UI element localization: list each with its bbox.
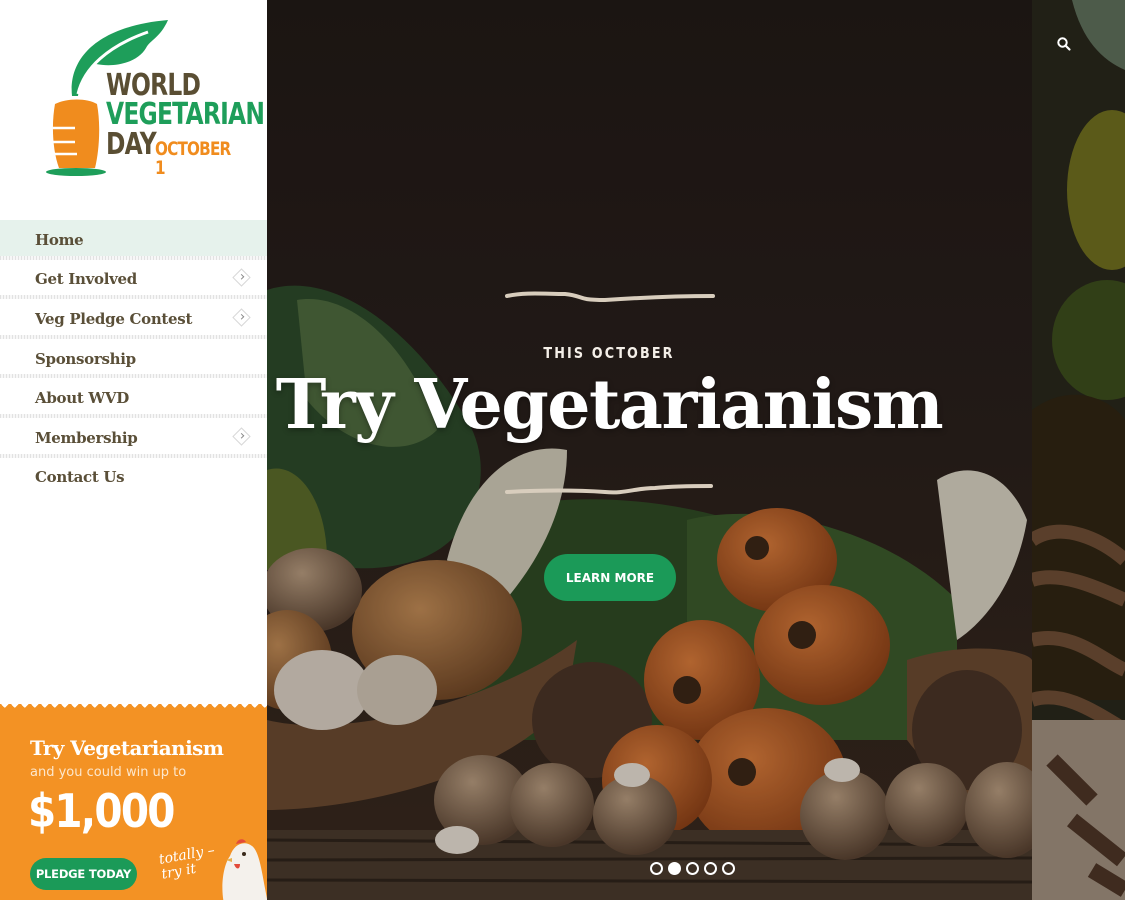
nav-item-label: About WVD bbox=[35, 389, 129, 408]
carrot-icon bbox=[46, 99, 106, 176]
chevron-right-icon[interactable] bbox=[232, 308, 251, 327]
sidebar: WORLD VEGETARIAN DAY OCTOBER 1 Home Get … bbox=[0, 0, 267, 900]
promo-title: Try Vegetarianism bbox=[30, 736, 224, 760]
nav-item-veg-pledge-contest[interactable]: Veg Pledge Contest bbox=[0, 299, 267, 339]
nav-item-label: Get Involved bbox=[35, 270, 137, 289]
logo-date: OCTOBER 1 bbox=[155, 138, 231, 179]
nav-item-label: Veg Pledge Contest bbox=[35, 309, 193, 328]
nav-item-label: Membership bbox=[35, 428, 138, 447]
pledge-promo-banner[interactable]: Try Vegetarianism and you could win up t… bbox=[0, 704, 267, 900]
zigzag-edge bbox=[0, 704, 267, 712]
slider-dot[interactable] bbox=[650, 862, 663, 875]
next-slide-preview[interactable] bbox=[1032, 0, 1125, 900]
learn-more-button[interactable]: LEARN MORE bbox=[544, 554, 676, 601]
brush-stroke-decoration-bottom bbox=[505, 484, 713, 495]
site-logo[interactable]: WORLD VEGETARIAN DAY OCTOBER 1 bbox=[40, 16, 265, 178]
nav-item-sponsorship[interactable]: Sponsorship bbox=[0, 338, 267, 379]
pledge-today-button[interactable]: PLEDGE TODAY bbox=[30, 858, 137, 890]
promo-prize-amount: $1,000 bbox=[28, 784, 175, 838]
logo-word-vegetarian: VEGETARIAN bbox=[106, 97, 265, 132]
hero-kicker: THIS OCTOBER bbox=[543, 344, 675, 362]
slider-dot[interactable] bbox=[686, 862, 699, 875]
nav-item-label: Contact Us bbox=[35, 468, 125, 487]
chevron-right-icon[interactable] bbox=[232, 427, 251, 446]
hero-title: Try Vegetarianism bbox=[275, 365, 944, 445]
nav-item-membership[interactable]: Membership bbox=[0, 417, 267, 458]
chevron-right-icon[interactable] bbox=[232, 268, 251, 288]
slider-pagination bbox=[650, 862, 735, 875]
logo-word-day: DAY bbox=[106, 127, 157, 162]
hero-slider: THIS OCTOBER Try Vegetarianism LEARN MOR… bbox=[267, 0, 1032, 900]
main-nav: Home Get Involved Veg Pledge Contest Spo… bbox=[0, 220, 267, 497]
nav-item-about-wvd[interactable]: About WVD bbox=[0, 378, 267, 418]
promo-subtitle: and you could win up to bbox=[30, 765, 187, 780]
promo-handwritten-text: totally – try it bbox=[158, 842, 219, 882]
slider-dot-active[interactable] bbox=[668, 862, 681, 875]
next-slide-image bbox=[1032, 0, 1125, 900]
hero-background-image bbox=[267, 0, 1032, 900]
nav-item-label: Home bbox=[35, 230, 84, 249]
nav-item-get-involved[interactable]: Get Involved bbox=[0, 259, 267, 300]
nav-item-label: Sponsorship bbox=[35, 349, 136, 368]
chicken-image bbox=[222, 839, 267, 900]
search-icon[interactable] bbox=[1056, 36, 1072, 52]
nav-item-contact-us[interactable]: Contact Us bbox=[0, 458, 267, 498]
slider-dot[interactable] bbox=[722, 862, 735, 875]
nav-item-home[interactable]: Home bbox=[0, 220, 267, 260]
slider-dot[interactable] bbox=[704, 862, 717, 875]
brush-stroke-decoration-top bbox=[505, 291, 715, 303]
